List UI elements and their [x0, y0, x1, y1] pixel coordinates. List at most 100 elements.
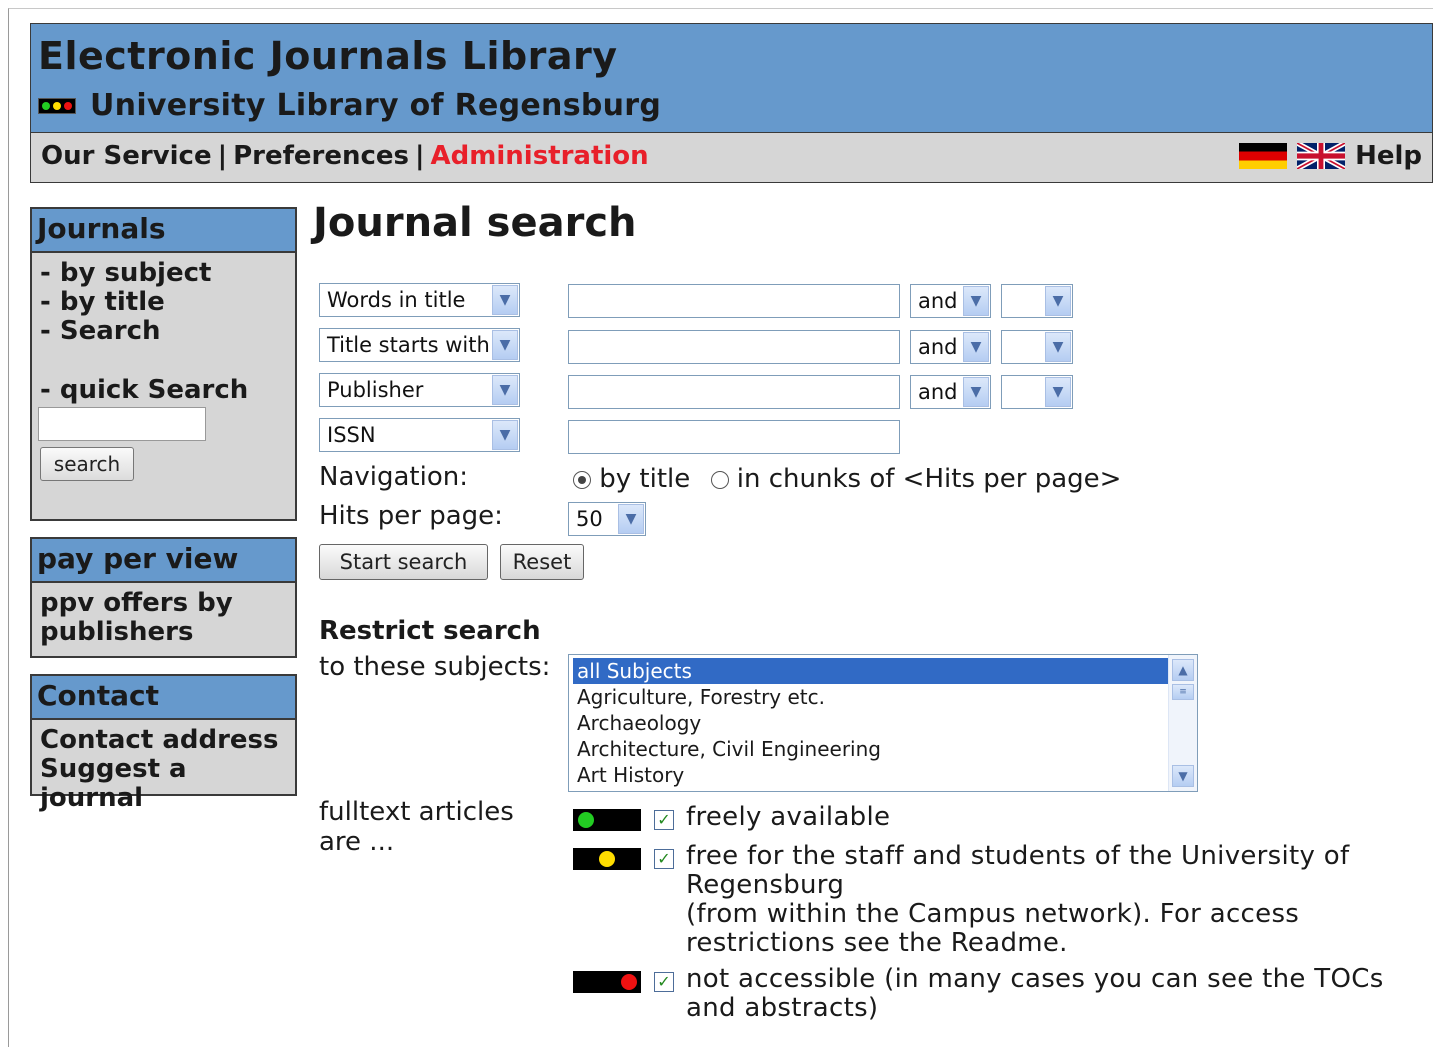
- search-term-input-4[interactable]: [568, 420, 900, 454]
- contact-box: Contact Contact address Suggest a journa…: [30, 674, 297, 813]
- menu-preferences[interactable]: Preferences: [233, 141, 409, 171]
- operator-value: and: [918, 335, 958, 359]
- field-select-2[interactable]: Title starts with ... ▼: [319, 328, 520, 362]
- top-menu-bar: Our Service | Preferences | Administration H…: [30, 133, 1433, 183]
- contact-links: Contact address Suggest a journal: [32, 720, 295, 813]
- checkbox-freely-available[interactable]: ✓: [654, 810, 674, 830]
- search-term-input-3[interactable]: [568, 375, 900, 409]
- ppv-link-line2[interactable]: publishers: [40, 618, 295, 647]
- subject-option[interactable]: Archaeology: [573, 710, 1169, 736]
- field-select-1[interactable]: Words in title ▼: [319, 283, 520, 317]
- availability-text-line: (from within the Campus network). For ac…: [686, 899, 1300, 929]
- green-traffic-light-icon: [573, 809, 641, 831]
- menu-right: Help: [1239, 141, 1422, 171]
- extra-select-3[interactable]: ▼: [1001, 375, 1073, 409]
- menu-administration[interactable]: Administration: [431, 141, 649, 171]
- link-suggest-journal[interactable]: Suggest a journal: [40, 755, 295, 813]
- field-select-4[interactable]: ISSN ▼: [319, 418, 520, 452]
- chevron-down-icon[interactable]: ▼: [1045, 377, 1071, 407]
- hits-per-page-label: Hits per page:: [319, 501, 503, 531]
- checkbox-not-accessible[interactable]: ✓: [654, 972, 674, 992]
- campus-access-label: free for the staff and students of the U…: [686, 842, 1349, 958]
- chevron-down-icon[interactable]: ▼: [963, 377, 989, 407]
- availability-text-line: restrictions see the Readme.: [686, 928, 1068, 958]
- top-menu: Our Service | Preferences | Administration: [41, 141, 649, 171]
- ppv-link[interactable]: ppv offers by publishers: [32, 583, 295, 647]
- extra-select-1[interactable]: ▼: [1001, 284, 1073, 318]
- site-title: Electronic Journals Library: [38, 34, 618, 78]
- subject-option[interactable]: Agriculture, Forestry etc.: [573, 684, 1169, 710]
- chevron-down-icon[interactable]: ▼: [618, 504, 644, 534]
- restrict-search-heading: Restrict search: [319, 616, 541, 646]
- fulltext-label: fulltext articles are ...: [319, 797, 514, 857]
- quick-search-input[interactable]: [38, 407, 206, 441]
- chevron-down-icon[interactable]: ▼: [492, 330, 518, 360]
- fulltext-label-line2: are ...: [319, 827, 395, 857]
- link-quick-search[interactable]: - quick Search: [40, 376, 295, 405]
- site-subtitle: University Library of Regensburg: [38, 88, 661, 123]
- quick-search-button[interactable]: search: [40, 447, 134, 481]
- page-title: Journal search: [313, 200, 637, 246]
- field-select-value: Publisher: [327, 378, 424, 402]
- link-search[interactable]: - Search: [40, 317, 295, 346]
- yellow-traffic-light-icon: [573, 848, 641, 870]
- link-by-subject[interactable]: - by subject: [40, 259, 295, 288]
- radio-chunks[interactable]: [710, 470, 729, 489]
- chevron-down-icon[interactable]: ▼: [492, 375, 518, 405]
- chevron-down-icon[interactable]: ▼: [492, 285, 518, 315]
- checkbox-campus-access[interactable]: ✓: [654, 849, 674, 869]
- field-select-value: Words in title: [327, 288, 466, 312]
- availability-text-line: free for the staff and students of the U…: [686, 841, 1350, 871]
- menu-separator: |: [217, 141, 228, 171]
- subject-option[interactable]: Architecture, Civil Engineering: [573, 736, 1169, 762]
- radio-by-title[interactable]: [573, 470, 591, 489]
- subjects-scrollbar[interactable]: ▲ ≡ ▼: [1168, 655, 1197, 791]
- menu-our-service[interactable]: Our Service: [41, 141, 212, 171]
- subjects-label: to these subjects:: [319, 652, 551, 682]
- operator-select-1[interactable]: and ▼: [910, 284, 991, 318]
- extra-select-2[interactable]: ▼: [1001, 330, 1073, 364]
- operator-value: and: [918, 289, 958, 313]
- german-flag-icon[interactable]: [1239, 143, 1288, 169]
- journals-links: - by subject - by title - Search - quick…: [32, 253, 295, 405]
- scroll-up-icon[interactable]: ▲: [1172, 659, 1194, 681]
- journals-box-title: Journals: [32, 209, 295, 253]
- scroll-down-icon[interactable]: ▼: [1172, 765, 1194, 787]
- operator-select-3[interactable]: and ▼: [910, 375, 991, 409]
- uk-flag-icon[interactable]: [1297, 143, 1346, 169]
- help-link[interactable]: Help: [1355, 141, 1422, 171]
- chevron-down-icon[interactable]: ▼: [492, 420, 518, 450]
- subjects-listbox[interactable]: all Subjects Agriculture, Forestry etc. …: [568, 654, 1198, 792]
- subject-option[interactable]: Art History: [573, 762, 1169, 788]
- field-select-3[interactable]: Publisher ▼: [319, 373, 520, 407]
- field-select-value: ISSN: [327, 423, 376, 447]
- hits-per-page-value: 50: [576, 507, 603, 531]
- availability-text-line: and abstracts): [686, 993, 879, 1023]
- scroll-thumb[interactable]: ≡: [1172, 684, 1194, 700]
- subject-option[interactable]: all Subjects: [573, 658, 1169, 684]
- freely-available-label: freely available: [686, 803, 890, 832]
- chevron-down-icon[interactable]: ▼: [963, 286, 989, 316]
- link-contact-address[interactable]: Contact address: [40, 726, 295, 755]
- chevron-down-icon[interactable]: ▼: [1045, 286, 1071, 316]
- menu-separator: |: [415, 141, 425, 171]
- navigation-label: Navigation:: [319, 462, 468, 492]
- ppv-link-line1[interactable]: ppv offers by: [40, 589, 295, 618]
- contact-box-title: Contact: [32, 676, 295, 720]
- radio-chunks-label[interactable]: in chunks of <Hits per page>: [737, 464, 1122, 494]
- radio-by-title-label[interactable]: by title: [599, 464, 690, 494]
- ppv-box-title: pay per view: [32, 539, 295, 583]
- availability-text-line: freely available: [686, 802, 891, 832]
- search-term-input-2[interactable]: [568, 330, 900, 364]
- start-search-button[interactable]: Start search: [319, 544, 488, 580]
- chevron-down-icon[interactable]: ▼: [963, 332, 989, 362]
- availability-text-line: not accessible (in many cases you can se…: [686, 964, 1384, 994]
- ppv-box: pay per view ppv offers by publishers: [30, 537, 297, 658]
- search-term-input-1[interactable]: [568, 284, 900, 318]
- reset-button[interactable]: Reset: [500, 544, 584, 580]
- hits-per-page-select[interactable]: 50 ▼: [568, 502, 646, 536]
- navigation-options: by title in chunks of <Hits per page>: [573, 464, 1121, 494]
- chevron-down-icon[interactable]: ▼: [1045, 332, 1071, 362]
- operator-select-2[interactable]: and ▼: [910, 330, 991, 364]
- link-by-title[interactable]: - by title: [40, 288, 295, 317]
